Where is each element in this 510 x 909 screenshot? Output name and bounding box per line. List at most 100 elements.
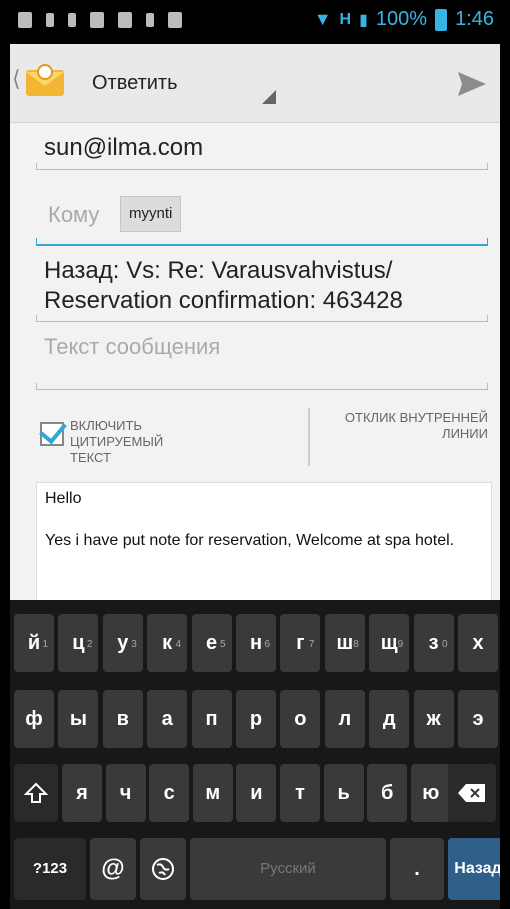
key[interactable]: г7 xyxy=(280,614,321,672)
network-type: H xyxy=(339,10,352,28)
key-label: ж xyxy=(426,708,441,730)
body-placeholder: Текст сообщения xyxy=(44,334,221,359)
key-label: к xyxy=(162,632,173,654)
key[interactable]: у3 xyxy=(102,614,143,672)
key-label: с xyxy=(163,782,175,804)
key[interactable]: е5 xyxy=(191,614,232,672)
key[interactable]: п xyxy=(191,690,232,748)
checkmark-icon xyxy=(39,415,67,445)
message-body-field[interactable]: Текст сообщения xyxy=(36,326,488,390)
key-label: о xyxy=(294,708,307,730)
key-label: х xyxy=(472,632,484,654)
key-hint: 7 xyxy=(308,639,315,650)
key[interactable]: р xyxy=(236,690,276,748)
key[interactable]: ф xyxy=(14,690,54,748)
key-hint: 2 xyxy=(86,639,93,650)
recipient-chip[interactable]: myynti xyxy=(120,196,182,232)
include-quoted-checkbox[interactable] xyxy=(39,415,67,446)
subject-field[interactable]: Назад: Vs: Re: Varausvahvistus/ Reservat… xyxy=(36,250,488,322)
key-label: ф xyxy=(25,708,43,730)
include-quoted-label[interactable]: ВКЛЮЧИТЬ ЦИТИРУЕМЫЙ ТЕКСТ xyxy=(70,418,190,466)
sim-icon xyxy=(68,13,76,27)
key-hint: 5 xyxy=(220,639,226,650)
key-label: м xyxy=(205,782,221,804)
back-chevron-icon[interactable]: ⟨ xyxy=(12,66,21,92)
key-label: п xyxy=(205,708,218,730)
symbols-key[interactable]: ?123 xyxy=(14,838,86,900)
page-title[interactable]: Ответить xyxy=(92,72,178,95)
key[interactable]: ш8 xyxy=(324,614,365,672)
inline-reply-button[interactable]: ОТКЛИК ВНУТРЕННЕЙ ЛИНИИ xyxy=(338,410,488,442)
key-label: я xyxy=(76,782,88,804)
notification-icons xyxy=(18,12,182,28)
shift-icon xyxy=(23,782,49,803)
key[interactable]: ю xyxy=(410,764,451,822)
key[interactable]: э xyxy=(458,690,498,748)
key[interactable]: б xyxy=(367,764,408,822)
reply-options: ВКЛЮЧИТЬ ЦИТИРУЕМЫЙ ТЕКСТ ОТКЛИК ВНУТРЕН… xyxy=(36,404,488,470)
shift-key[interactable] xyxy=(14,764,58,822)
period-key[interactable]: . xyxy=(390,838,444,900)
email-app-icon[interactable] xyxy=(24,62,66,100)
signal-icon: ▮ xyxy=(359,11,368,29)
key-label: т xyxy=(295,782,305,804)
to-placeholder: Кому xyxy=(48,202,100,227)
key-hint: 9 xyxy=(397,639,404,650)
key[interactable]: а xyxy=(147,690,188,748)
send-icon[interactable] xyxy=(456,70,488,98)
screen: ▼ H ▮ 100% 1:46 ⟨ Ответить sun@ilma.com … xyxy=(10,0,500,909)
quoted-line: Yes i have put note for reservation, Wel… xyxy=(45,532,455,549)
key[interactable]: н6 xyxy=(236,614,276,672)
language-key[interactable] xyxy=(140,838,186,900)
key-label: г xyxy=(296,632,305,654)
key-label: э xyxy=(472,708,484,730)
key[interactable]: с xyxy=(149,764,190,822)
key-label: а xyxy=(161,708,173,730)
download-icon xyxy=(118,12,132,28)
sync-icon xyxy=(168,12,182,28)
subject-value: Назад: Vs: Re: Varausvahvistus/ Reservat… xyxy=(44,257,403,314)
action-bar: ⟨ Ответить xyxy=(10,44,500,123)
key[interactable]: в xyxy=(102,690,143,748)
key-label: д xyxy=(382,708,396,730)
at-key[interactable]: @ xyxy=(90,838,136,900)
key-label: и xyxy=(250,782,263,804)
key[interactable]: ь xyxy=(323,764,364,822)
key[interactable]: ч xyxy=(105,764,146,822)
dropdown-indicator-icon[interactable] xyxy=(262,90,276,104)
backspace-icon xyxy=(458,784,485,802)
system-status: ▼ H ▮ 100% 1:46 xyxy=(314,8,494,31)
key-label: щ xyxy=(380,632,398,654)
key[interactable]: ж xyxy=(413,690,454,748)
backspace-key[interactable] xyxy=(448,764,496,822)
space-key[interactable]: Русский xyxy=(190,838,386,900)
key[interactable]: й1 xyxy=(14,614,54,672)
key[interactable]: д xyxy=(369,690,410,748)
key-label: в xyxy=(116,708,129,730)
to-field[interactable]: Кому myynti xyxy=(36,176,488,246)
status-bar: ▼ H ▮ 100% 1:46 xyxy=(10,0,500,44)
key[interactable]: з0 xyxy=(413,614,454,672)
sd-card-icon xyxy=(146,13,154,27)
key[interactable]: и xyxy=(236,764,277,822)
key-hint: 6 xyxy=(264,639,270,650)
key-hint: 1 xyxy=(42,639,48,650)
key[interactable]: о xyxy=(280,690,321,748)
key[interactable]: к4 xyxy=(147,614,188,672)
key-label: ь xyxy=(337,782,350,804)
key-hint: 4 xyxy=(175,639,182,650)
key[interactable]: м xyxy=(192,764,233,822)
key[interactable]: ц2 xyxy=(58,614,99,672)
key[interactable]: щ9 xyxy=(369,614,410,672)
key[interactable]: х xyxy=(458,614,498,672)
active-underline xyxy=(36,238,488,246)
key[interactable]: т xyxy=(280,764,320,822)
key-label: б xyxy=(381,782,394,804)
key[interactable]: я xyxy=(62,764,102,822)
key[interactable]: л xyxy=(324,690,365,748)
email-icon xyxy=(90,12,104,28)
enter-key[interactable]: Назад xyxy=(448,838,500,900)
from-field[interactable]: sun@ilma.com xyxy=(36,122,488,170)
key[interactable]: ы xyxy=(58,690,99,748)
usb-icon xyxy=(46,13,54,27)
